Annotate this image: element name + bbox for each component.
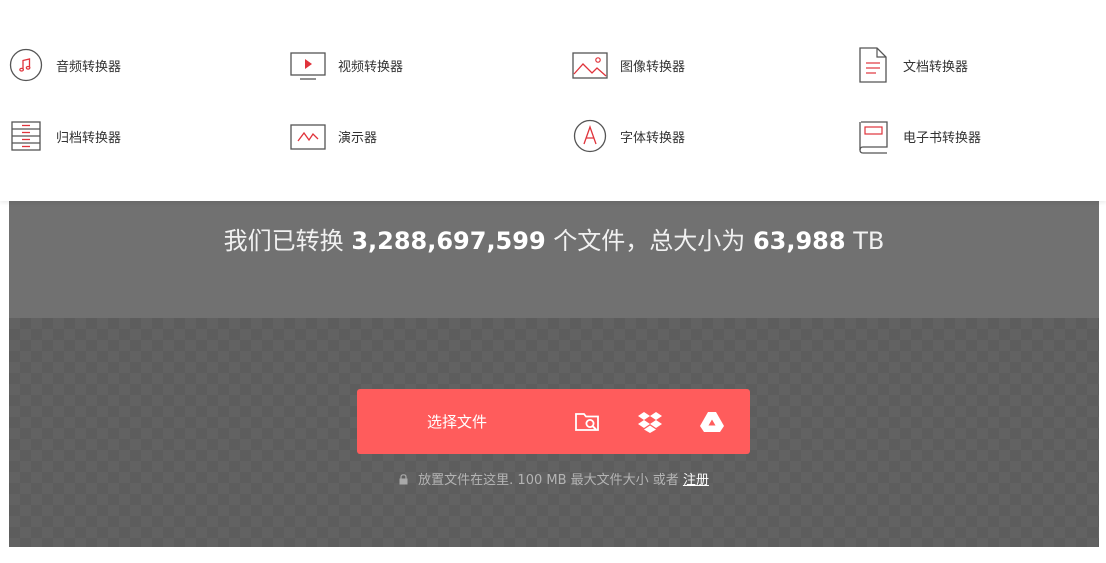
menu-item-video-converter[interactable]: 视频转换器: [290, 47, 403, 83]
menu-item-document-converter[interactable]: 文档转换器: [855, 47, 968, 83]
upload-hint: 放置文件在这里. 100 MB 最大文件大小 或者 注册: [9, 469, 1099, 489]
google-drive-icon[interactable]: [681, 389, 743, 454]
lock-icon: [399, 474, 408, 489]
hint-text: 放置文件在这里. 100 MB 最大文件大小 或者: [418, 473, 679, 488]
menu-item-label: 字体转换器: [620, 130, 686, 146]
archive-icon: [8, 118, 44, 154]
presentation-icon: [290, 118, 326, 154]
size-unit: TB: [853, 227, 885, 255]
menu-item-presentation-converter[interactable]: 演示器: [290, 118, 377, 154]
upload-stage: 我们已转换 3,288,697,599 个文件，总大小为 63,988 TB 选…: [9, 201, 1099, 547]
menu-item-font-converter[interactable]: 字体转换器: [572, 118, 685, 154]
font-icon: [572, 118, 608, 154]
menu-item-archive-converter[interactable]: 归档转换器: [8, 118, 121, 154]
menu-item-label: 音频转换器: [56, 59, 122, 75]
menu-item-label: 图像转换器: [620, 59, 686, 75]
menu-item-label: 文档转换器: [903, 59, 969, 75]
menu-item-label: 归档转换器: [56, 130, 122, 146]
total-size: 63,988: [752, 227, 846, 255]
folder-search-icon[interactable]: [557, 389, 619, 454]
ebook-icon: [855, 118, 891, 154]
document-icon: [855, 47, 891, 83]
video-player-icon: [290, 47, 326, 83]
stats-middle: 个文件，总大小为: [553, 227, 746, 255]
upload-bar: 选择文件: [357, 389, 750, 454]
menu-item-ebook-converter[interactable]: 电子书转换器: [855, 118, 981, 154]
stats-banner: [9, 201, 1099, 318]
menu-item-label: 视频转换器: [338, 59, 404, 75]
menu-item-image-converter[interactable]: 图像转换器: [572, 47, 685, 83]
image-icon: [572, 47, 608, 83]
converter-menu: 音频转换器 视频转换器 图像转换器 文档转换器 归档转换器 演示器 字体转换器 …: [0, 0, 1106, 201]
register-link[interactable]: 注册: [683, 473, 709, 488]
stats-prefix: 我们已转换: [223, 227, 344, 255]
music-note-icon: [8, 47, 44, 83]
menu-item-audio-converter[interactable]: 音频转换器: [8, 47, 121, 83]
conversion-stats: 我们已转换 3,288,697,599 个文件，总大小为 63,988 TB: [9, 221, 1099, 256]
dropbox-icon[interactable]: [619, 389, 681, 454]
menu-item-label: 电子书转换器: [903, 130, 982, 146]
choose-file-button[interactable]: 选择文件: [357, 389, 557, 454]
files-count: 3,288,697,599: [351, 227, 546, 255]
menu-item-label: 演示器: [338, 130, 378, 146]
